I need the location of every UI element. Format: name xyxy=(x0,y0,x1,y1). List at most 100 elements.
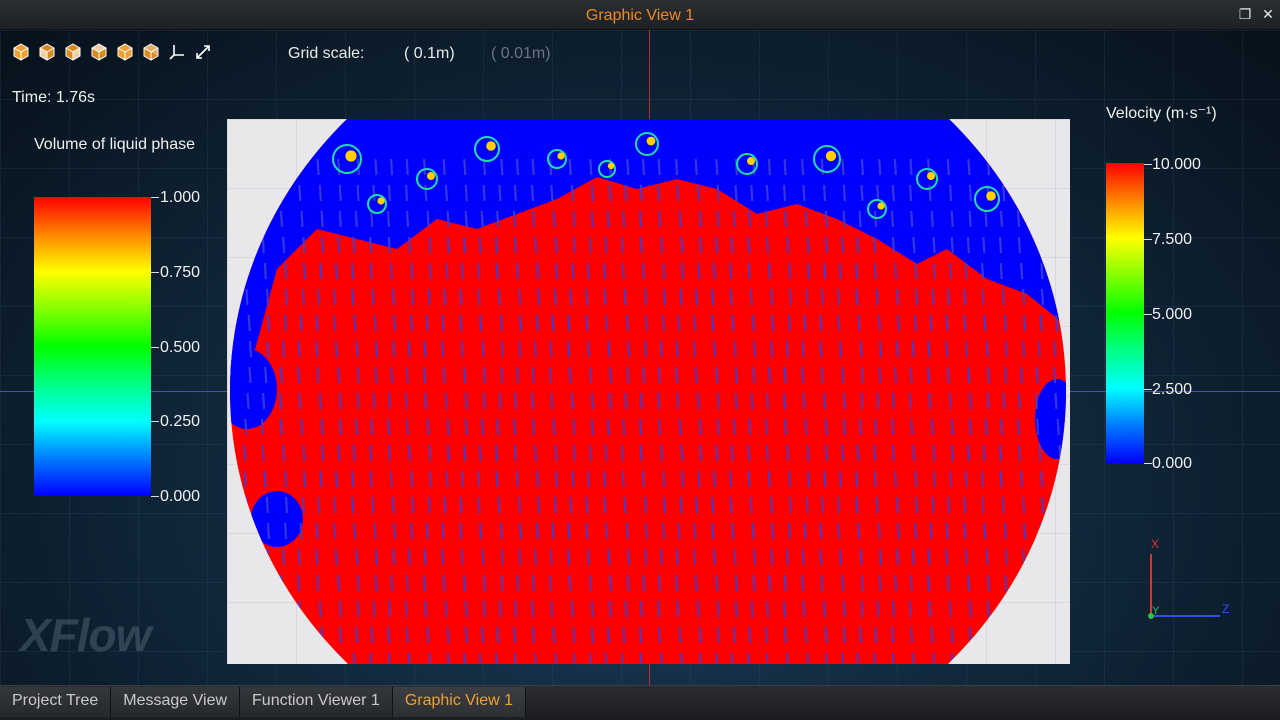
velocity-streak xyxy=(514,600,518,618)
velocity-streak xyxy=(1001,288,1005,306)
velocity-streak xyxy=(680,236,684,254)
velocity-streak xyxy=(354,418,359,436)
axis-triad-icon[interactable] xyxy=(168,43,186,61)
velocity-streak xyxy=(549,548,553,566)
velocity-streak xyxy=(590,392,594,410)
view-cube-top-icon[interactable] xyxy=(90,43,108,61)
velocity-streak xyxy=(950,210,954,228)
velocity-streak xyxy=(660,236,664,254)
velocity-streak xyxy=(495,470,499,488)
restore-icon[interactable]: ❐ xyxy=(1236,5,1254,23)
velocity-streak xyxy=(841,158,845,176)
velocity-streak xyxy=(422,574,427,592)
velocity-streak xyxy=(337,158,341,176)
velocity-streak xyxy=(910,418,914,436)
velocity-streak xyxy=(446,418,450,436)
velocity-streak xyxy=(301,288,305,306)
bubble-highlight xyxy=(345,150,357,162)
velocity-streak xyxy=(930,418,934,436)
velocity-streak xyxy=(711,496,715,514)
tab-graphic-view[interactable]: Graphic View 1 xyxy=(392,687,527,717)
velocity-streak xyxy=(746,236,751,254)
simulation-render[interactable] xyxy=(227,119,1070,664)
tab-project-tree[interactable]: Project Tree xyxy=(0,687,112,717)
velocity-streak xyxy=(931,288,935,306)
velocity-streak xyxy=(392,522,397,540)
velocity-streak xyxy=(464,210,468,228)
velocity-streak xyxy=(337,444,341,462)
velocity-streak xyxy=(750,184,754,202)
velocity-streak xyxy=(590,600,594,618)
velocity-streak xyxy=(639,392,644,410)
velocity-streak xyxy=(533,548,538,566)
velocity-streak xyxy=(626,548,631,566)
velocity-streak xyxy=(338,418,342,436)
velocity-streak xyxy=(316,574,320,592)
velocity-streak xyxy=(786,236,790,254)
velocity-streak xyxy=(589,444,593,462)
velocity-streak xyxy=(930,626,934,644)
velocity-streak xyxy=(334,262,338,280)
legend-tick xyxy=(1144,314,1152,315)
velocity-streak xyxy=(926,366,931,384)
velocity-streak xyxy=(407,340,411,358)
velocity-streak xyxy=(1017,392,1021,410)
velocity-streak xyxy=(748,626,752,644)
velocity-streak xyxy=(785,340,789,358)
view-cube-front-icon[interactable] xyxy=(38,43,56,61)
velocity-streak xyxy=(1004,366,1008,384)
velocity-streak xyxy=(891,392,895,410)
velocity-streak xyxy=(428,236,432,254)
velocity-streak xyxy=(333,522,337,540)
velocity-streak xyxy=(800,158,805,176)
velocity-streak xyxy=(515,158,520,176)
velocity-streak xyxy=(410,288,415,306)
fit-view-icon[interactable] xyxy=(194,43,212,61)
velocity-streak xyxy=(554,470,559,488)
velocity-streak xyxy=(607,340,611,358)
close-icon[interactable]: ✕ xyxy=(1259,5,1277,23)
velocity-streak xyxy=(570,600,574,618)
velocity-streak xyxy=(929,314,933,332)
velocity-streak xyxy=(464,600,468,618)
velocity-streak xyxy=(356,392,360,410)
view-cube-icon[interactable] xyxy=(12,43,30,61)
velocity-streak xyxy=(387,184,392,202)
velocity-streak xyxy=(642,574,646,592)
liquid-tick-label: 0.750 xyxy=(160,264,201,281)
velocity-streak xyxy=(659,548,663,566)
velocity-streak xyxy=(446,652,451,664)
velocity-streak xyxy=(838,262,842,280)
velocity-streak xyxy=(1016,418,1021,436)
velocity-streak xyxy=(586,340,591,358)
velocity-streak xyxy=(949,184,953,202)
velocity-streak xyxy=(531,366,535,384)
tab-message-view[interactable]: Message View xyxy=(111,687,241,717)
velocity-streak xyxy=(878,340,883,358)
tab-function-viewer[interactable]: Function Viewer 1 xyxy=(240,687,393,717)
view-cube-back-icon[interactable] xyxy=(142,43,160,61)
velocity-streak xyxy=(500,340,505,358)
velocity-streak xyxy=(248,340,253,358)
view-cube-iso-icon[interactable] xyxy=(116,43,134,61)
velocity-streak xyxy=(606,418,610,436)
view-cube-side-icon[interactable] xyxy=(64,43,82,61)
velocity-streak xyxy=(1040,496,1045,514)
velocity-streak xyxy=(387,652,391,664)
velocity-streak xyxy=(518,340,522,358)
velocity-streak xyxy=(281,444,286,462)
velocity-streak xyxy=(478,522,483,540)
velocity-streak xyxy=(693,548,697,566)
velocity-streak xyxy=(842,600,846,618)
velocity-streak xyxy=(783,158,787,176)
velocity-streak xyxy=(716,626,720,644)
velocity-streak xyxy=(909,626,914,644)
velocity-streak xyxy=(626,158,630,176)
velocity-streak xyxy=(462,574,467,592)
velocity-streak xyxy=(679,496,683,514)
velocity-streak xyxy=(442,158,446,176)
velocity-streak xyxy=(911,548,915,566)
grid-scale-primary: ( 0.1m) xyxy=(404,45,455,62)
velocity-streak xyxy=(478,236,482,254)
velocity-streak xyxy=(876,392,880,410)
